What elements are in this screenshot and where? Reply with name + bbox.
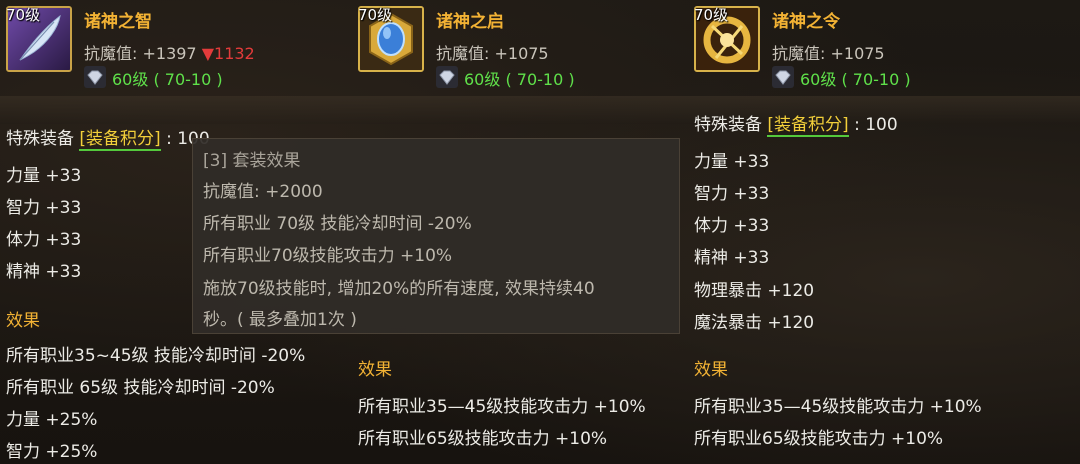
- level-requirement: 60级 ( 70-10 ): [112, 70, 223, 89]
- gem-icon: [436, 66, 458, 88]
- special-equipment: 特殊装备 [装备积分] : 100: [694, 115, 898, 137]
- special-equipment: 特殊装备 [装备积分] : 100: [6, 129, 210, 151]
- stat-line: 力量 +33: [694, 152, 770, 172]
- effect-line: 所有职业35—45级技能攻击力 +10%: [694, 397, 982, 417]
- divider: [0, 96, 352, 124]
- effect-line: 所有职业65级技能攻击力 +10%: [358, 429, 608, 449]
- stat-line: 力量 +33: [6, 166, 82, 186]
- stat-line: 精神 +33: [6, 262, 82, 282]
- resist-value: 抗魔值: +1075: [436, 44, 549, 63]
- tooltip-line: 抗魔值: +2000: [203, 182, 323, 202]
- effect-title: 效果: [358, 360, 392, 380]
- effect-line: 智力 +25%: [6, 442, 98, 462]
- stat-line: 精神 +33: [694, 248, 770, 268]
- effect-title: 效果: [6, 311, 40, 331]
- effect-line: 所有职业65级技能攻击力 +10%: [694, 429, 944, 449]
- effect-title: 效果: [694, 360, 728, 380]
- effect-line: 力量 +25%: [6, 410, 98, 430]
- tooltip-line: 所有职业70级技能攻击力 +10%: [203, 246, 453, 266]
- item-level: 70级: [358, 6, 393, 24]
- item-level: 70级: [6, 6, 41, 24]
- effect-line: 所有职业35—45级技能攻击力 +10%: [358, 397, 646, 417]
- tooltip-line: 施放70级技能时, 增加20%的所有速度, 效果持续40: [203, 279, 595, 299]
- tooltip-line: 秒。( 最多叠加1次 ): [203, 310, 357, 330]
- item-name: 诸神之令: [772, 12, 840, 32]
- equipment-score-tag: [装备积分]: [767, 115, 849, 137]
- resist-value: 抗魔值: +1075: [772, 44, 885, 63]
- set-effect-tooltip: [3] 套装效果 抗魔值: +2000 所有职业 70级 技能冷却时间 -20%…: [192, 138, 680, 334]
- stat-line: 智力 +33: [694, 184, 770, 204]
- stat-line: 智力 +33: [6, 198, 82, 218]
- equipment-score-tag: [装备积分]: [79, 129, 161, 151]
- stat-line: 魔法暴击 +120: [694, 313, 815, 333]
- gem-icon: [84, 66, 106, 88]
- gem-icon: [772, 66, 794, 88]
- effect-line: 所有职业35~45级 技能冷却时间 -20%: [6, 346, 306, 366]
- divider: [352, 96, 688, 124]
- resist-decrease: ▼1132: [201, 44, 255, 63]
- resist-value: 抗魔值: +1397 ▼1132: [84, 44, 255, 63]
- tooltip-line: 所有职业 70级 技能冷却时间 -20%: [203, 214, 472, 234]
- item-panel-3: 70级 诸神之令 抗魔值: +1075 60级 ( 70-10 ) 特殊装备 […: [688, 0, 1080, 464]
- item-name: 诸神之智: [84, 12, 152, 32]
- item-name: 诸神之启: [436, 12, 504, 32]
- stat-line: 体力 +33: [694, 216, 770, 236]
- stat-line: 物理暴击 +120: [694, 281, 815, 301]
- tooltip-title: [3] 套装效果: [203, 151, 301, 171]
- effect-line: 所有职业 65级 技能冷却时间 -20%: [6, 378, 275, 398]
- level-requirement: 60级 ( 70-10 ): [464, 70, 575, 89]
- item-level: 70级: [694, 6, 729, 24]
- level-requirement: 60级 ( 70-10 ): [800, 70, 911, 89]
- stat-line: 体力 +33: [6, 230, 82, 250]
